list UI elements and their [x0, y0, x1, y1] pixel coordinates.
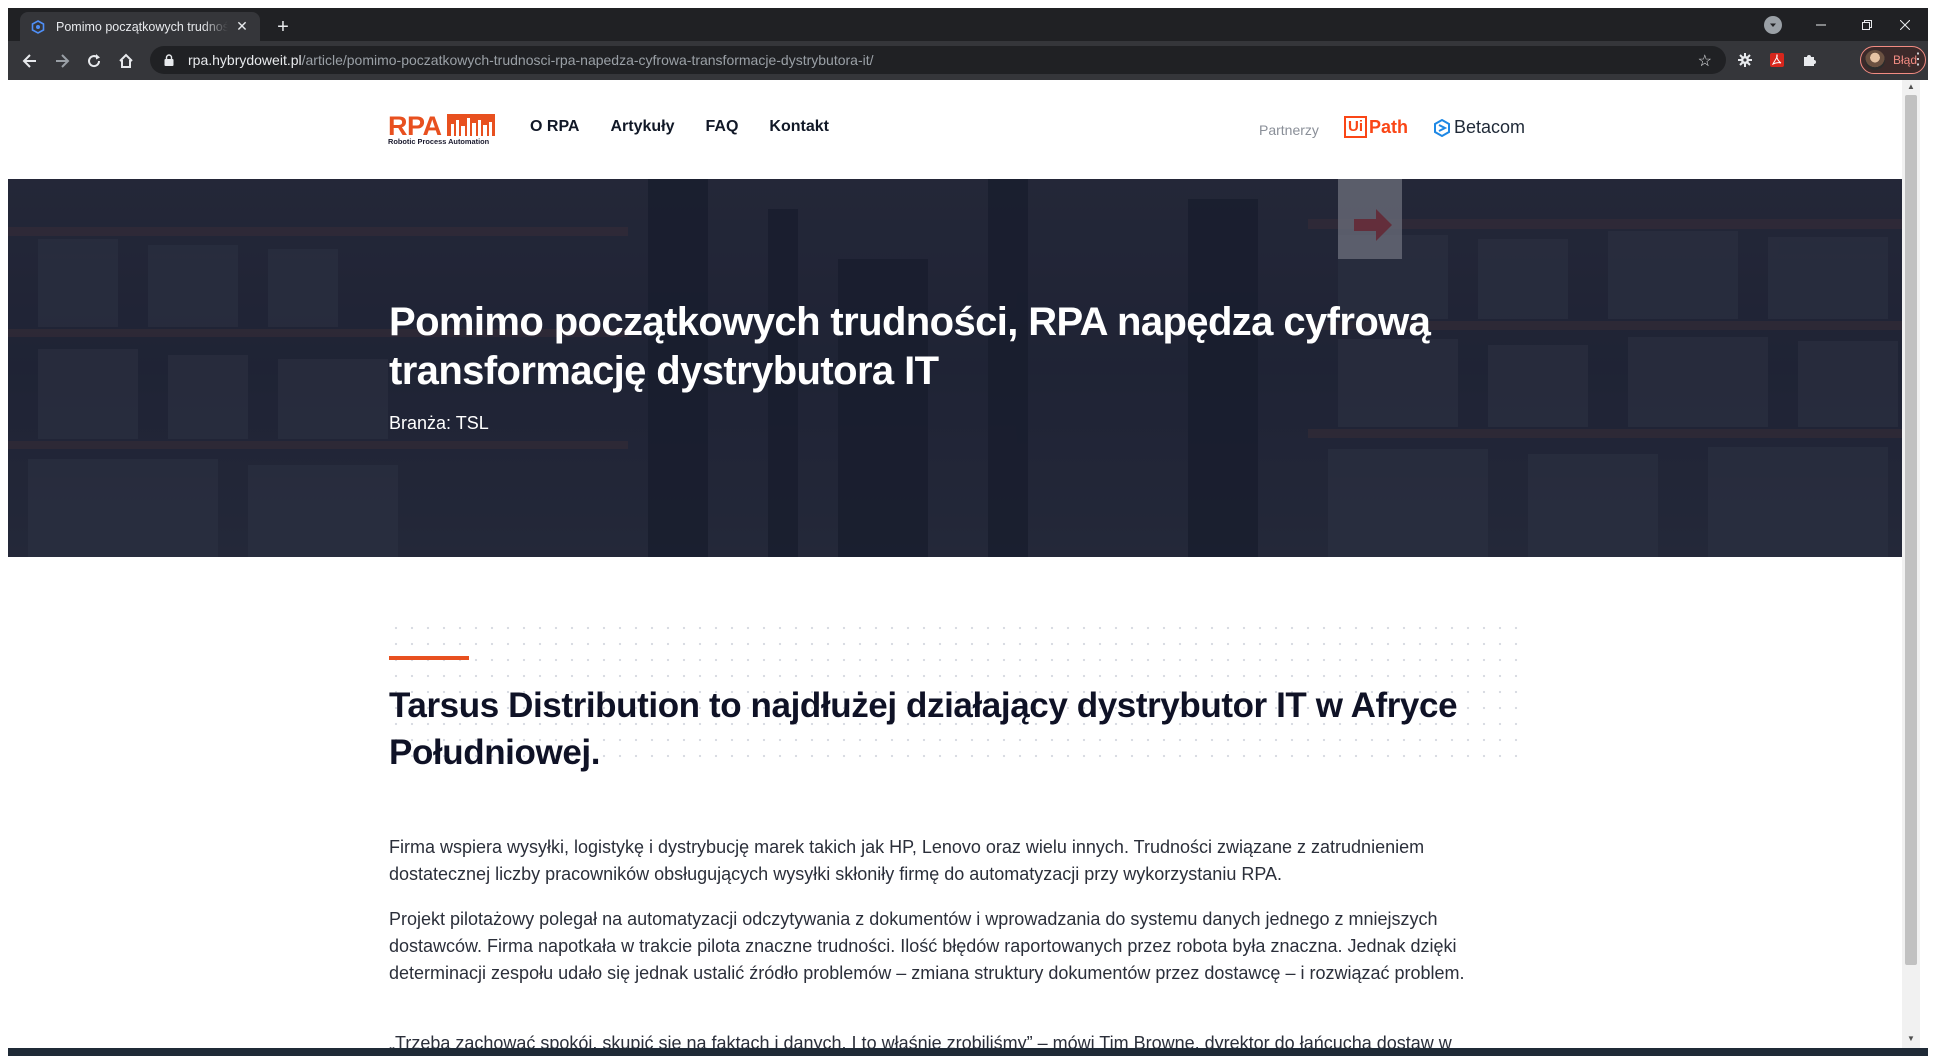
- main-nav: O RPA Artykuły FAQ Kontakt: [530, 118, 829, 136]
- minimize-window-icon[interactable]: [1798, 8, 1844, 41]
- nav-link-artykuly[interactable]: Artykuły: [610, 118, 674, 136]
- logo-subtitle: Robotic Process Automation: [388, 137, 490, 146]
- nav-link-o-rpa[interactable]: O RPA: [530, 118, 579, 136]
- scroll-up-arrow-icon[interactable]: ▲: [1905, 82, 1917, 94]
- tab-search-icon[interactable]: [1764, 16, 1782, 34]
- new-tab-button[interactable]: +: [270, 15, 296, 41]
- close-window-icon[interactable]: [1882, 8, 1928, 41]
- extensions-puzzle-icon[interactable]: [1798, 49, 1820, 71]
- lock-icon[interactable]: [164, 53, 178, 67]
- headline-accent-bar: [389, 656, 469, 660]
- nav-link-faq[interactable]: FAQ: [706, 118, 739, 136]
- uipath-logo-box: Ui: [1344, 116, 1367, 138]
- browser-menu-icon[interactable]: ⋮: [1910, 49, 1926, 69]
- browser-toolbar: rpa.hybrydoweit.pl/article/pomimo-poczat…: [8, 41, 1928, 80]
- hero-banner: Pomimo początkowych trudności, RPA napęd…: [8, 179, 1912, 557]
- article-paragraph-2: Projekt pilotażowy polegał na automatyza…: [389, 909, 1465, 983]
- site-favicon-icon: [30, 19, 46, 35]
- web-page: RPA Robotic Process Automation O RPA Art…: [8, 80, 1912, 1048]
- article-headline: Tarsus Distribution to najdłużej działaj…: [389, 686, 1458, 772]
- article-industry: Branża: TSL: [389, 413, 489, 433]
- vertical-scrollbar-thumb[interactable]: [1905, 95, 1917, 965]
- betacom-logo-icon: [1434, 118, 1450, 137]
- extension-gear-icon[interactable]: [1734, 49, 1756, 71]
- pdf-extension-icon[interactable]: [1766, 49, 1788, 71]
- back-arrow-icon[interactable]: [16, 47, 44, 75]
- address-bar[interactable]: rpa.hybrydoweit.pl/article/pomimo-poczat…: [150, 46, 1726, 74]
- tab-title: Pomimo początkowych trudności, RPA napęd…: [56, 19, 228, 34]
- url-text[interactable]: rpa.hybrydoweit.pl/article/pomimo-poczat…: [188, 52, 874, 68]
- scroll-down-arrow-icon[interactable]: ▼: [1905, 1034, 1917, 1046]
- browser-window: Pomimo początkowych trudności, RPA napęd…: [8, 8, 1928, 80]
- browser-tab-active[interactable]: Pomimo początkowych trudności, RPA napęd…: [20, 12, 260, 41]
- logo-skyline-icon: [447, 114, 495, 136]
- article-title: Pomimo początkowych trudności, RPA napęd…: [389, 300, 1431, 393]
- article-paragraph-1: Firma wspiera wysyłki, logistykę i dystr…: [389, 837, 1425, 884]
- tab-strip: Pomimo początkowych trudności, RPA napęd…: [8, 8, 1928, 41]
- article-paragraph-3: „Trzeba zachować spokój, skupić się na f…: [389, 1033, 1452, 1048]
- tab-close-icon[interactable]: ✕: [234, 18, 250, 35]
- partners-label: Partnerzy: [1259, 122, 1319, 138]
- bookmark-star-icon[interactable]: ☆: [1698, 51, 1712, 71]
- site-header: RPA Robotic Process Automation O RPA Art…: [8, 80, 1912, 179]
- reload-icon[interactable]: [80, 47, 108, 75]
- taskbar-strip: [8, 1048, 1928, 1056]
- uipath-logo-text: Path: [1369, 116, 1409, 137]
- betacom-logo-text: Betacom: [1454, 117, 1526, 137]
- forward-arrow-icon[interactable]: [48, 47, 76, 75]
- site-logo[interactable]: RPA Robotic Process Automation: [388, 111, 498, 149]
- betacom-partner-logo[interactable]: Betacom: [1434, 117, 1525, 138]
- nav-link-kontakt[interactable]: Kontakt: [769, 118, 829, 136]
- home-icon[interactable]: [112, 47, 140, 75]
- avatar: [1865, 50, 1885, 70]
- uipath-partner-logo[interactable]: Ui Path: [1344, 116, 1408, 138]
